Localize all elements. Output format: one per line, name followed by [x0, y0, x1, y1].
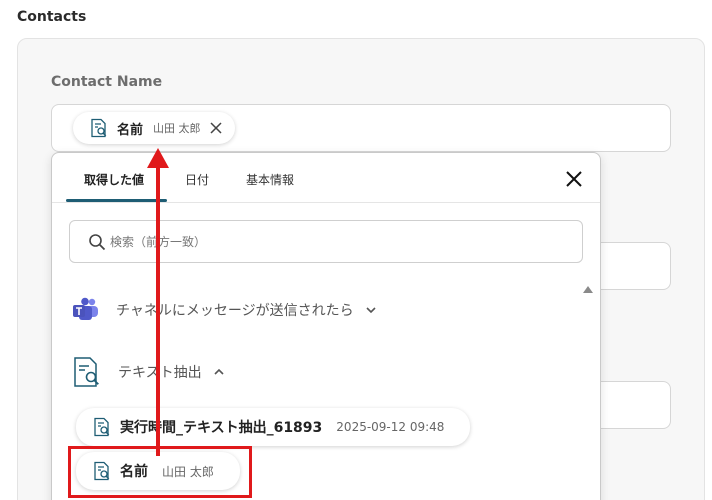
doc-search-icon — [74, 357, 99, 387]
annotation-highlight-box — [68, 446, 252, 498]
chevron-down-icon — [366, 307, 376, 314]
annotation-arrow-line — [156, 166, 160, 456]
active-tab-indicator — [66, 199, 167, 202]
search-input[interactable] — [110, 231, 570, 253]
group-text-extract-trigger[interactable]: テキスト抽出 — [72, 356, 226, 388]
doc-search-icon — [91, 118, 107, 138]
search-icon — [89, 234, 106, 251]
annotation-arrow-head — [147, 148, 169, 168]
close-icon[interactable] — [562, 167, 586, 191]
remove-chip-icon[interactable] — [209, 121, 223, 135]
value-item-name: 実行時間_テキスト抽出_61893 — [120, 420, 323, 436]
value-item-value: 2025-09-12 09:48 — [336, 420, 445, 434]
value-item-exec-time[interactable]: 実行時間_テキスト抽出_61893 2025-09-12 09:48 — [76, 408, 471, 446]
group-teams-label: チャネルにメッセージが送信されたら — [116, 303, 354, 319]
section-title: Contacts — [17, 9, 87, 25]
search-box[interactable] — [69, 220, 583, 263]
selected-value-chip[interactable]: 名前 山田 太郎 — [73, 112, 235, 144]
contact-name-label: Contact Name — [51, 74, 163, 90]
tab-date[interactable]: 日付 — [185, 171, 209, 188]
scroll-up-arrow[interactable] — [583, 286, 593, 293]
doc-search-icon — [94, 417, 110, 437]
group-teams-trigger[interactable]: チャネルにメッセージが送信されたら — [72, 297, 378, 323]
chip-name: 名前 — [117, 122, 144, 138]
teams-icon — [73, 297, 98, 320]
chip-value: 山田 太郎 — [153, 122, 201, 135]
chevron-up-icon — [214, 368, 224, 375]
picker-tabs: 取得した値 日付 基本情報 — [52, 153, 600, 203]
tab-basic-info[interactable]: 基本情報 — [246, 171, 294, 188]
tab-acquired-values[interactable]: 取得した値 — [84, 171, 144, 188]
